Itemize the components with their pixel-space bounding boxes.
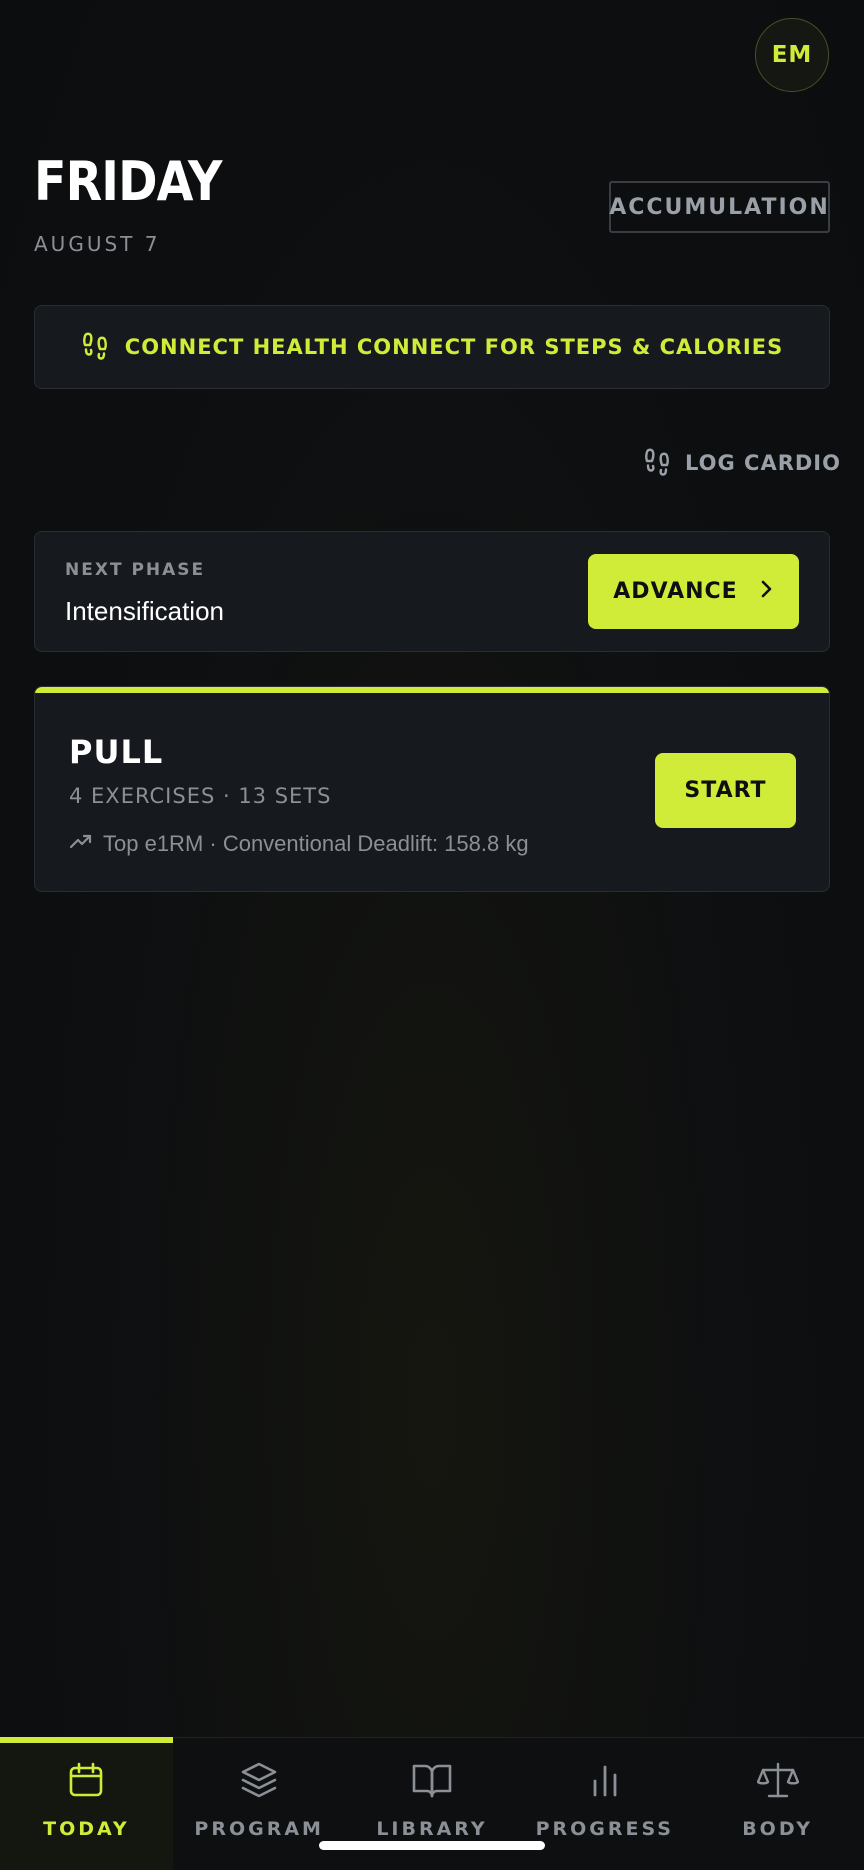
workout-meta: 4 EXERCISES · 13 SETS	[69, 784, 332, 808]
workout-title: PULL	[69, 733, 164, 771]
connect-health-banner[interactable]: CONNECT HEALTH CONNECT FOR STEPS & CALOR…	[34, 305, 830, 389]
page-date: AUGUST 7	[34, 232, 161, 256]
bottom-nav: TODAY PROGRAM LIBRARY PROGRESS BODY	[0, 1736, 864, 1870]
start-button[interactable]: START	[655, 753, 796, 828]
nav-label-body: BODY	[742, 1818, 813, 1840]
advance-button[interactable]: ADVANCE	[588, 554, 799, 629]
connect-health-label: CONNECT HEALTH CONNECT FOR STEPS & CALOR…	[124, 335, 784, 359]
footprints-icon	[643, 446, 671, 481]
phase-badge: ACCUMULATION	[609, 181, 830, 233]
log-cardio-label: LOG CARDIO	[685, 451, 841, 475]
bar-chart-icon	[583, 1758, 627, 1802]
nav-label-progress: PROGRESS	[535, 1818, 674, 1840]
log-cardio-button[interactable]: LOG CARDIO	[643, 443, 841, 483]
nav-item-library[interactable]: LIBRARY	[346, 1738, 519, 1870]
nav-item-body[interactable]: BODY	[691, 1738, 864, 1870]
advance-button-label: ADVANCE	[613, 579, 738, 604]
nav-label-library: LIBRARY	[376, 1818, 488, 1840]
nav-label-program: PROGRAM	[194, 1818, 324, 1840]
nav-item-program[interactable]: PROGRAM	[173, 1738, 346, 1870]
next-phase-name: Intensification	[65, 596, 224, 626]
chevron-right-icon	[760, 579, 774, 605]
trending-up-icon	[69, 831, 93, 857]
footprints-icon	[81, 330, 109, 365]
nav-item-progress[interactable]: PROGRESS	[518, 1738, 691, 1870]
scale-icon	[756, 1758, 800, 1802]
avatar[interactable]: EM	[755, 18, 829, 92]
page-title: FRIDAY	[34, 150, 222, 213]
nav-label-today: TODAY	[43, 1818, 130, 1840]
nav-item-today[interactable]: TODAY	[0, 1736, 173, 1870]
avatar-initials: EM	[771, 42, 813, 68]
workout-pr-text: Top e1RM · Conventional Deadlift: 158.8 …	[103, 831, 529, 856]
workout-pr: Top e1RM · Conventional Deadlift: 158.8 …	[69, 831, 529, 857]
calendar-icon	[64, 1758, 108, 1802]
next-phase-label: NEXT PHASE	[65, 560, 206, 580]
workout-card[interactable]: PULL 4 EXERCISES · 13 SETS Top e1RM · Co…	[34, 686, 830, 892]
book-icon	[410, 1758, 454, 1802]
workout-accent-bar	[35, 687, 829, 693]
layers-icon	[237, 1758, 281, 1802]
home-indicator	[319, 1841, 545, 1850]
next-phase-card: NEXT PHASE Intensification ADVANCE	[34, 531, 830, 652]
